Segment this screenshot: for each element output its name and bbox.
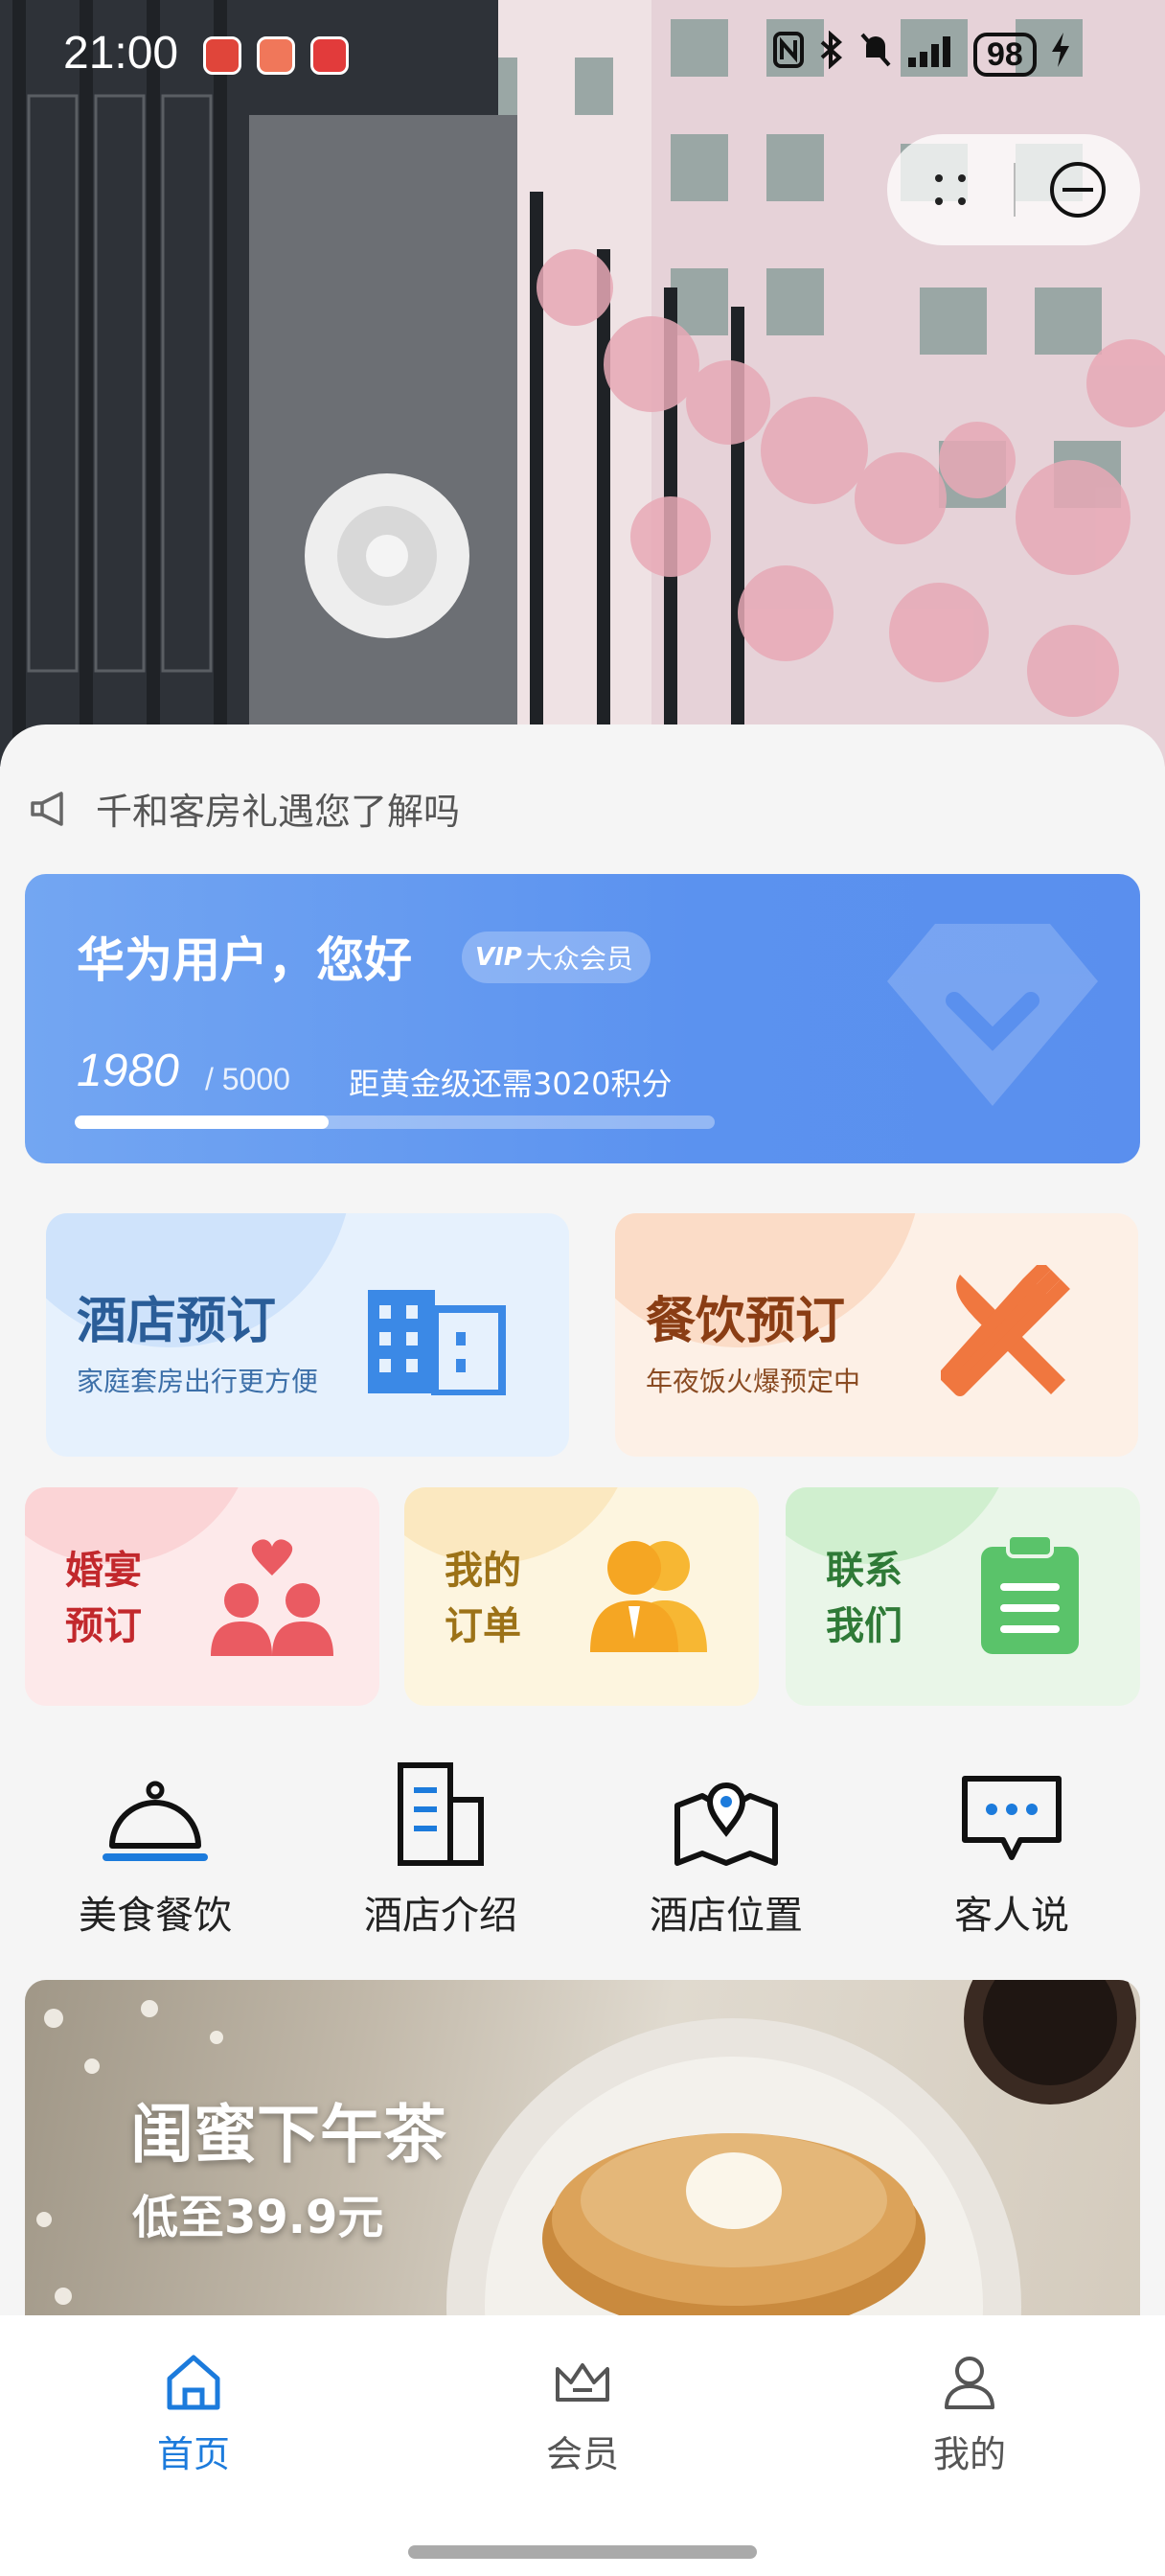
tab-membership[interactable]: 会员: [477, 2348, 688, 2477]
hotel-building-icon: [368, 1290, 506, 1395]
dining-booking-tile[interactable]: 餐饮预订 年夜饭火爆预定中: [615, 1213, 1138, 1457]
member-card[interactable]: 华为用户，您好 VIP 大众会员 1980 / 5000 距黄金级还需3020积…: [25, 874, 1140, 1163]
map-pin-icon: [674, 1782, 778, 1866]
tile-title-line1: 婚宴: [65, 1549, 142, 1593]
my-orders-tile[interactable]: 我的 订单: [404, 1487, 759, 1706]
quick-nav-label: 美食餐饮: [79, 1894, 232, 1938]
mute-icon: [858, 31, 893, 78]
tab-label: 会员: [545, 2433, 619, 2475]
quick-nav-label: 客人说: [954, 1894, 1069, 1938]
knife-fork-icon: [941, 1265, 1070, 1396]
member-level: 大众会员: [525, 943, 633, 975]
points-progress-bar: [75, 1116, 715, 1129]
bottom-tab-bar: 首页 会员 我的: [0, 2315, 1165, 2576]
tile-title-line1: 我的: [445, 1549, 521, 1593]
tile-subtitle: 年夜饭火爆预定中: [646, 1366, 861, 1397]
close-circle-icon: [1050, 162, 1106, 218]
quick-nav-label: 酒店位置: [650, 1894, 803, 1938]
clipboard-icon: [981, 1533, 1079, 1654]
diamond-icon: [887, 924, 1098, 1106]
notice-text: 千和客房礼遇您了解吗: [96, 791, 461, 833]
quick-nav-food[interactable]: 美食餐饮: [11, 1756, 299, 1940]
quick-nav-reviews[interactable]: 客人说: [868, 1756, 1155, 1940]
tile-title-line1: 联系: [826, 1549, 902, 1593]
status-bar: 21:00 98: [0, 0, 1165, 115]
wedding-booking-tile[interactable]: 婚宴 预订: [25, 1487, 379, 1706]
member-level-badge[interactable]: VIP 大众会员: [462, 932, 651, 983]
tile-title-line2: 预订: [65, 1604, 142, 1648]
charging-icon: [1050, 31, 1071, 78]
tile-title: 我的 订单: [445, 1543, 521, 1654]
tab-home[interactable]: 首页: [88, 2348, 299, 2477]
hotel-booking-tile[interactable]: 酒店预订 家庭套房出行更方便: [46, 1213, 569, 1457]
couple-heart-icon: [211, 1539, 333, 1656]
quick-nav-location[interactable]: 酒店位置: [582, 1756, 870, 1940]
quick-nav-hotel-intro[interactable]: 酒店介绍: [297, 1756, 584, 1940]
tile-title: 联系 我们: [826, 1543, 902, 1654]
signal-icon: [906, 31, 960, 78]
status-time: 21:00: [63, 28, 179, 79]
app-notification-icon: [203, 36, 241, 75]
tab-profile[interactable]: 我的: [864, 2348, 1075, 2477]
home-icon: [167, 2355, 220, 2410]
notice-bar[interactable]: 千和客房礼遇您了解吗: [29, 782, 460, 835]
vip-icon: VIP: [475, 943, 522, 972]
banner-subtitle: 低至39.9元: [132, 2191, 384, 2244]
more-button[interactable]: [887, 169, 1014, 211]
contact-us-tile[interactable]: 联系 我们: [786, 1487, 1140, 1706]
building-icon: [398, 1762, 484, 1866]
bluetooth-icon: [818, 30, 845, 78]
points-progress-fill: [75, 1116, 329, 1129]
more-dots-icon: [935, 174, 966, 205]
content-sheet: 千和客房礼遇您了解吗 华为用户，您好 VIP 大众会员 1980 / 5000 …: [0, 724, 1165, 2382]
quick-nav-label: 酒店介绍: [364, 1894, 517, 1938]
miniapp-capsule: [887, 134, 1140, 245]
tile-subtitle: 家庭套房出行更方便: [77, 1366, 319, 1397]
tile-title-line2: 订单: [445, 1604, 521, 1648]
points-value: 1980: [77, 1046, 179, 1096]
tile-title: 酒店预订: [77, 1293, 277, 1350]
user-icon: [945, 2357, 994, 2409]
home-indicator[interactable]: [408, 2545, 757, 2559]
megaphone-icon: [31, 791, 63, 826]
tab-label: 首页: [156, 2433, 230, 2475]
chat-bubble-icon: [962, 1776, 1062, 1860]
nfc-icon: [772, 31, 805, 78]
greeting: 华为用户，您好: [77, 932, 412, 988]
battery-indicator: 98: [973, 32, 1037, 77]
tile-title: 餐饮预订: [646, 1293, 846, 1350]
status-icons: 98: [772, 30, 1071, 78]
app-notification-icon: [257, 36, 295, 75]
tile-title-line2: 我们: [826, 1604, 902, 1648]
banner-title: 闺蜜下午茶: [130, 2098, 446, 2172]
points-total: / 5000: [205, 1062, 290, 1096]
food-cloche-icon: [103, 1781, 208, 1861]
tab-label: 我的: [932, 2433, 1006, 2475]
hero-photo: [0, 0, 1165, 767]
tile-title: 婚宴 预订: [65, 1543, 142, 1654]
people-icon: [590, 1541, 707, 1652]
app-notification-icon: [310, 36, 349, 75]
close-button[interactable]: [1016, 160, 1140, 219]
hotel-facade-photo: [0, 0, 1165, 767]
crown-icon: [556, 2363, 609, 2402]
next-level-hint: 距黄金级还需3020积分: [349, 1066, 673, 1102]
